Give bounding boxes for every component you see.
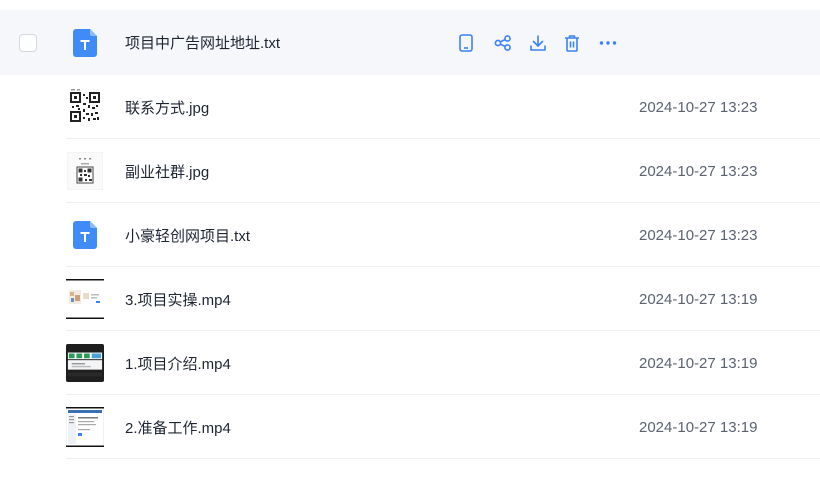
image-thumbnail — [66, 151, 104, 191]
image-thumbnail — [66, 87, 104, 127]
file-row[interactable]: 3.项目实操.mp4 2024-10-27 13:19 — [0, 267, 820, 331]
file-row[interactable]: 1.项目介绍.mp4 2024-10-27 13:19 — [0, 331, 820, 395]
file-name[interactable]: 1.项目介绍.mp4 — [125, 353, 231, 374]
more-icon[interactable] — [599, 31, 634, 55]
delete-icon[interactable] — [564, 31, 599, 55]
file-name[interactable]: 3.项目实操.mp4 — [125, 289, 231, 310]
file-name[interactable]: 项目中广告网址地址.txt — [125, 32, 280, 53]
file-list: 项目中广告网址地址.txt 联系方式.jpg 2024-10-27 13:23 … — [0, 10, 820, 459]
file-name[interactable]: 联系方式.jpg — [125, 97, 209, 118]
file-name[interactable]: 副业社群.jpg — [125, 161, 209, 182]
video-thumbnail — [66, 407, 104, 447]
modified-date: 2024-10-27 13:23 — [639, 162, 758, 180]
modified-date: 2024-10-27 13:23 — [639, 226, 758, 244]
modified-date: 2024-10-27 13:23 — [639, 98, 758, 116]
file-row[interactable]: 项目中广告网址地址.txt — [0, 10, 820, 75]
file-row[interactable]: 小豪轻创网项目.txt 2024-10-27 13:23 — [0, 203, 820, 267]
video-thumbnail — [66, 279, 104, 319]
modified-date: 2024-10-27 13:19 — [639, 354, 758, 372]
video-thumbnail — [66, 343, 104, 383]
txt-file-icon — [66, 215, 104, 255]
file-row[interactable]: 2.准备工作.mp4 2024-10-27 13:19 — [0, 395, 820, 459]
txt-file-icon — [66, 23, 104, 63]
share-icon[interactable] — [494, 31, 529, 55]
file-name[interactable]: 小豪轻创网项目.txt — [125, 225, 250, 246]
modified-date: 2024-10-27 13:19 — [639, 290, 758, 308]
download-icon[interactable] — [529, 31, 564, 55]
file-row[interactable]: 联系方式.jpg 2024-10-27 13:23 — [0, 75, 820, 139]
phone-icon[interactable] — [459, 31, 494, 55]
row-checkbox[interactable] — [19, 33, 37, 52]
file-name[interactable]: 2.准备工作.mp4 — [125, 417, 231, 438]
row-actions — [459, 31, 634, 55]
modified-date: 2024-10-27 13:19 — [639, 418, 758, 436]
file-row[interactable]: 副业社群.jpg 2024-10-27 13:23 — [0, 139, 820, 203]
